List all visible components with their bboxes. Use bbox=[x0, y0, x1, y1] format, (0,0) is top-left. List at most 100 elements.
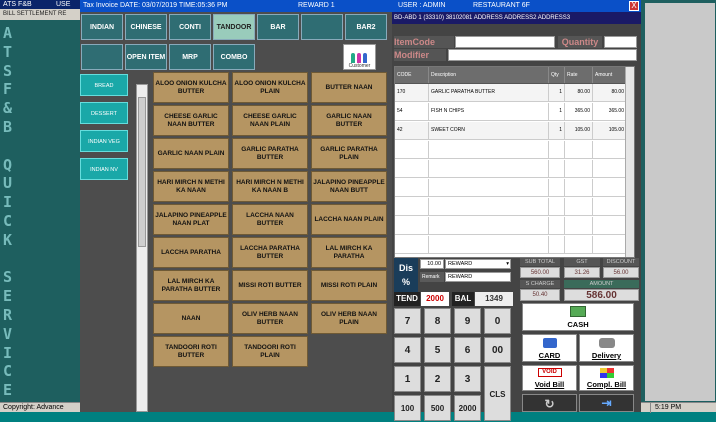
table-row[interactable]: 170 GARLIC PARATHA BUTTER 1 80.00 80.00 bbox=[395, 84, 627, 102]
keypad-key[interactable]: 500 bbox=[424, 395, 451, 421]
menu-item-button[interactable]: GARLIC PARATHA PLAIN bbox=[311, 138, 387, 169]
keypad-key[interactable]: 100 bbox=[394, 395, 421, 421]
table-cell bbox=[593, 217, 627, 234]
table-row[interactable]: 42 SWEET CORN 1 105.00 105.00 bbox=[395, 122, 627, 140]
tend-input[interactable]: 2000 bbox=[421, 292, 449, 306]
modifier-input[interactable] bbox=[448, 49, 637, 61]
menu-item-button[interactable]: CHEESE GARLIC NAAN PLAIN bbox=[232, 105, 308, 136]
customer-button[interactable]: Customer bbox=[343, 44, 376, 70]
card-button[interactable]: CARD bbox=[522, 334, 577, 362]
keypad-key[interactable]: CLS bbox=[484, 366, 511, 421]
menu-item-button[interactable]: MISSI ROTI PLAIN bbox=[311, 270, 387, 301]
delivery-button[interactable]: Delivery bbox=[579, 334, 634, 362]
keypad-key[interactable]: 6 bbox=[454, 337, 481, 363]
tab-category-open-item[interactable]: OPEN ITEM bbox=[125, 44, 167, 70]
menu-item-button[interactable]: HARI MIRCH N METHI KA NAAN bbox=[153, 171, 229, 202]
keypad-key[interactable]: 8 bbox=[424, 308, 451, 334]
table-row[interactable] bbox=[395, 141, 627, 159]
menu-scrollbar[interactable] bbox=[136, 84, 148, 412]
void-bill-button[interactable]: VOID Void Bill bbox=[522, 365, 577, 391]
scroll-thumb[interactable] bbox=[138, 97, 146, 247]
menu-item-button[interactable]: GARLIC PARATHA BUTTER bbox=[232, 138, 308, 169]
menu-item-button[interactable]: LACCHA PARATHA bbox=[153, 237, 229, 268]
tab-category-indian[interactable]: INDIAN bbox=[81, 14, 123, 40]
keypad-key[interactable]: 1 bbox=[394, 366, 421, 392]
menu-item-button[interactable]: ALOO ONION KULCHA BUTTER bbox=[153, 72, 229, 103]
tab-category-combo[interactable]: COMBO bbox=[213, 44, 255, 70]
menu-item-button[interactable]: NAAN bbox=[153, 303, 229, 334]
pos-window: Tax Invoice DATE: 03/07/2019 TIME:05:36 … bbox=[80, 0, 641, 421]
menu-item-button[interactable]: OLIV HERB NAAN PLAIN bbox=[311, 303, 387, 334]
menu-item-button[interactable]: LACCHA PARATHA BUTTER bbox=[232, 237, 308, 268]
menu-item-button[interactable]: GARLIC NAAN BUTTER bbox=[311, 105, 387, 136]
menu-item-button[interactable]: TANDOORI ROTI PLAIN bbox=[232, 336, 308, 367]
table-row[interactable] bbox=[395, 198, 627, 216]
chevron-down-icon: ▾ bbox=[506, 261, 509, 267]
compl-bill-button[interactable]: Compl. Bill bbox=[579, 365, 634, 391]
itemcode-input[interactable] bbox=[455, 36, 555, 48]
keypad-key[interactable]: 3 bbox=[454, 366, 481, 392]
tab-category-bar2[interactable]: BAR2 bbox=[345, 14, 387, 40]
exit-button[interactable]: ⇥ bbox=[579, 394, 634, 412]
quantity-input[interactable] bbox=[604, 36, 637, 48]
keypad-key[interactable]: 0 bbox=[484, 308, 511, 334]
menu-item-button[interactable]: LACCHA NAAN BUTTER bbox=[232, 204, 308, 235]
table-row[interactable] bbox=[395, 160, 627, 178]
table-cell bbox=[593, 179, 627, 196]
table-cell bbox=[429, 179, 549, 196]
menu-item-button[interactable]: ALOO ONION KULCHA PLAIN bbox=[232, 72, 308, 103]
menu-item-button[interactable]: OLIV HERB NAAN BUTTER bbox=[232, 303, 308, 334]
table-cell bbox=[395, 198, 429, 215]
tab-category-blank[interactable] bbox=[301, 14, 343, 40]
keypad-key[interactable]: 2 bbox=[424, 366, 451, 392]
menu-item-button[interactable]: LAL MIRCH KA PARATHA BUTTER bbox=[153, 270, 229, 301]
menu-item-button[interactable]: TANDOORI ROTI BUTTER bbox=[153, 336, 229, 367]
tab-category-tandoor[interactable]: TANDOOR bbox=[213, 14, 255, 40]
menu-item-button[interactable]: MISSI ROTI BUTTER bbox=[232, 270, 308, 301]
menu-item-button[interactable]: CHEESE GARLIC NAAN BUTTER bbox=[153, 105, 229, 136]
remark-input[interactable]: REWARD bbox=[445, 272, 511, 282]
menu-item-button[interactable]: BUTTER NAAN bbox=[311, 72, 387, 103]
subcat-indian-nv[interactable]: INDIAN NV bbox=[80, 158, 128, 180]
menu-item-button[interactable]: HARI MIRCH N METHI KA NAAN B bbox=[232, 171, 308, 202]
menu-item-button[interactable]: JALAPINO PINEAPPLE NAAN PLAT bbox=[153, 204, 229, 235]
menu-item-button[interactable]: LAL MIRCH KA PARATHA bbox=[311, 237, 387, 268]
subcat-bread[interactable]: BREAD bbox=[80, 74, 128, 96]
keypad-key[interactable]: 7 bbox=[394, 308, 421, 334]
subcat-indian-veg[interactable]: INDIAN VEG bbox=[80, 130, 128, 152]
keypad-key[interactable]: 00 bbox=[484, 337, 511, 363]
table-row[interactable] bbox=[395, 179, 627, 197]
menu-item-button[interactable]: LACCHA NAAN PLAIN bbox=[311, 204, 387, 235]
tab-category-conti[interactable]: CONTI bbox=[169, 14, 211, 40]
keypad-key[interactable]: 4 bbox=[394, 337, 421, 363]
table-cell bbox=[395, 217, 429, 234]
table-row[interactable] bbox=[395, 217, 627, 235]
keypad-key[interactable]: 5 bbox=[424, 337, 451, 363]
close-button[interactable]: X bbox=[629, 1, 639, 11]
table-row[interactable]: 54 FISH N CHIPS 1 365.00 365.00 bbox=[395, 103, 627, 121]
discount-type-select[interactable]: REWARD ▾ bbox=[445, 259, 511, 269]
cash-button[interactable]: CASH bbox=[522, 303, 634, 331]
col-amount: Amount bbox=[593, 67, 627, 83]
refresh-button[interactable]: ↻ bbox=[522, 394, 577, 412]
customer-label: Customer bbox=[348, 63, 371, 69]
keypad-key[interactable]: 2000 bbox=[454, 395, 481, 421]
outer-menu-bar[interactable]: BILL SETTLEMENT RE bbox=[0, 9, 80, 20]
table-cell: FISH N CHIPS bbox=[429, 103, 549, 120]
tab-category-chinese[interactable]: CHINESE bbox=[125, 14, 167, 40]
discount-percent-input[interactable]: 10.00 bbox=[420, 259, 444, 269]
table-cell bbox=[549, 141, 565, 158]
table-row[interactable] bbox=[395, 236, 627, 254]
side-letter: V bbox=[3, 324, 13, 343]
tab-category-mrp[interactable]: MRP bbox=[169, 44, 211, 70]
menu-item-button[interactable]: GARLIC NAAN PLAIN bbox=[153, 138, 229, 169]
tab-category-bar[interactable]: BAR bbox=[257, 14, 299, 40]
table-scrollbar[interactable] bbox=[625, 67, 634, 257]
delivery-icon bbox=[598, 338, 615, 348]
menu-item-button[interactable]: JALAPINO PINEAPPLE NAAN BUTT bbox=[311, 171, 387, 202]
table-cell: 365.00 bbox=[593, 103, 627, 120]
keypad-key[interactable]: 9 bbox=[454, 308, 481, 334]
table-cell bbox=[429, 141, 549, 158]
tab-category-empty[interactable] bbox=[81, 44, 123, 70]
subcat-dessert[interactable]: DESSERT bbox=[80, 102, 128, 124]
